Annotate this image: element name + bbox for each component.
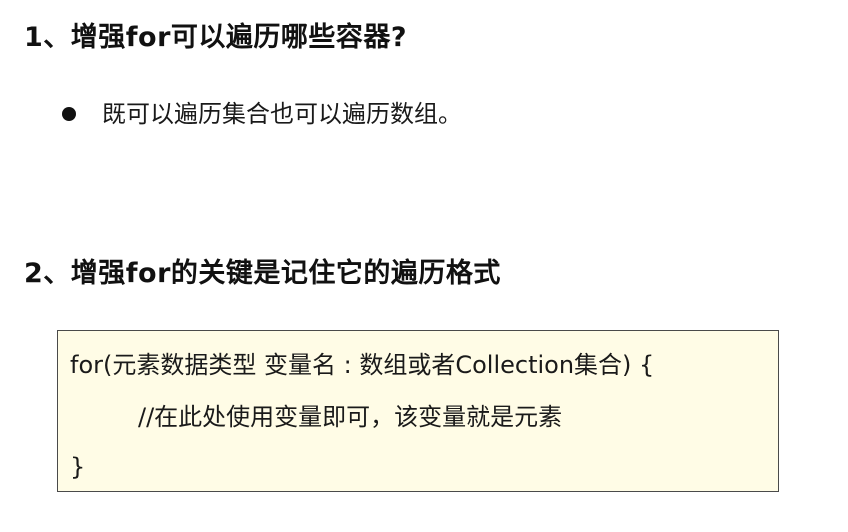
code-block: for(元素数据类型 变量名 : 数组或者Collection集合) { //在… — [57, 330, 779, 492]
bullet-dot-icon — [62, 107, 76, 121]
bullet-text: 既可以遍历集合也可以遍历数组。 — [102, 100, 462, 128]
section-2-heading: 2、增强for的关键是记住它的遍历格式 — [24, 258, 501, 289]
code-line-comment: //在此处使用变量即可，该变量就是元素 — [138, 403, 563, 431]
code-line-closing-brace: } — [70, 453, 86, 481]
section-1-heading: 1、增强for可以遍历哪些容器? — [24, 22, 408, 53]
code-line-for-header: for(元素数据类型 变量名 : 数组或者Collection集合) { — [70, 351, 655, 379]
bullet-list-item: 既可以遍历集合也可以遍历数组。 — [62, 96, 462, 132]
